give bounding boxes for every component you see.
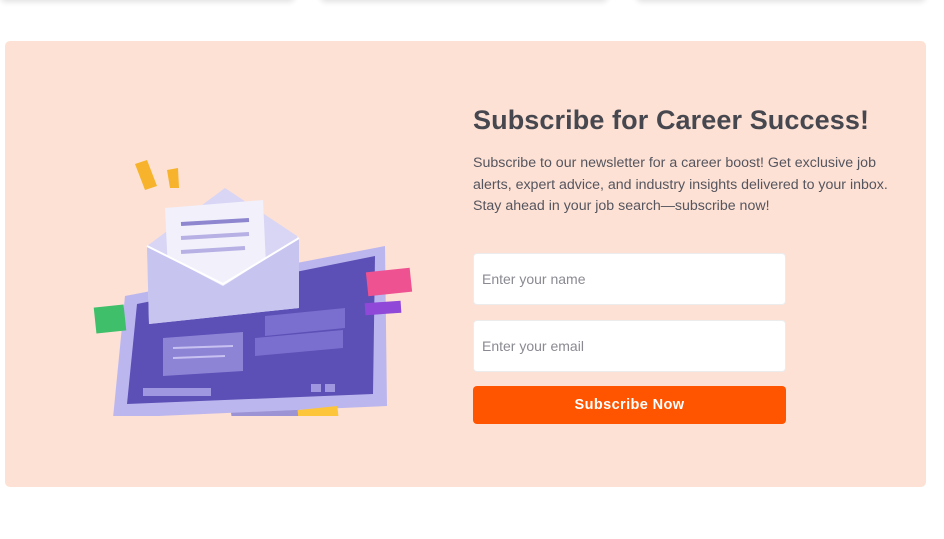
sparkle-icon: [135, 160, 179, 190]
email-input[interactable]: [473, 319, 786, 372]
subscribe-description: Subscribe to our newsletter for a career…: [473, 155, 888, 214]
pink-card-icon: [365, 267, 413, 297]
purple-card-icon: [364, 300, 402, 316]
envelope-icon: [146, 188, 300, 324]
name-input[interactable]: [473, 252, 786, 305]
newsletter-illustration: [93, 160, 413, 416]
subscribe-content: Subscribe for Career Success! Subscribe …: [473, 103, 903, 424]
green-card-icon: [93, 304, 127, 334]
newsletter-subscribe-section: Subscribe for Career Success! Subscribe …: [5, 41, 926, 487]
subscribe-title: Subscribe for Career Success!: [473, 105, 870, 135]
subscribe-now-button[interactable]: Subscribe Now: [473, 385, 786, 424]
